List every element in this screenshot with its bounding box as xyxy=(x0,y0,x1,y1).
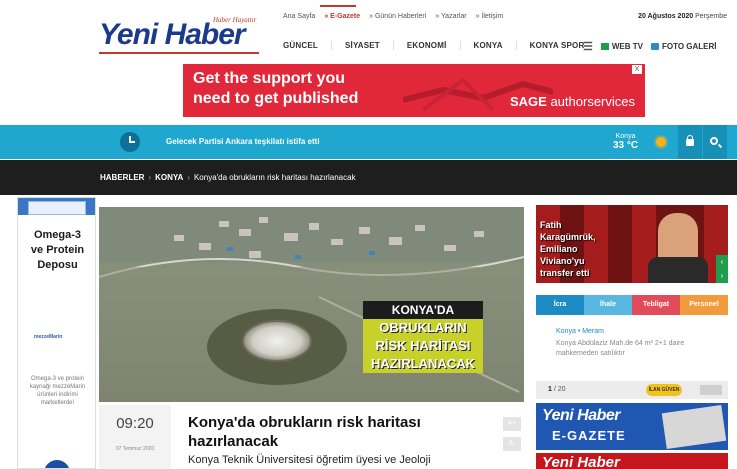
crumb-sep: › xyxy=(187,173,190,182)
video-caption: Fatih Karagümrük, Emiliano Viviano'yu tr… xyxy=(540,220,596,278)
product-image xyxy=(28,201,86,215)
egazete-banner[interactable]: Yeni Haber E-GAZETE xyxy=(536,403,728,450)
ad-close-icon[interactable]: X xyxy=(632,65,642,74)
breadcrumb-bar: HABERLER › KONYA › Konya'da obrukların risk … xyxy=(0,160,737,195)
left-ad-text: Omega-3 ve protein kaynağı mezzeMarin ür… xyxy=(29,376,86,406)
overlay-line-4: HAZIRLANACAK xyxy=(363,355,483,373)
breadcrumb: HABERLER › KONYA › Konya'da obrukların risk … xyxy=(100,173,356,182)
left-ad-brand: mezzeMarin xyxy=(34,334,63,340)
top-nav: Ana Sayfa » E-Gazete » Günün Haberleri »… xyxy=(283,13,503,20)
left-ad-logo xyxy=(44,460,70,468)
right-nav: ☰ WEB TV FOTO GALERİ xyxy=(583,40,717,53)
clock-icon xyxy=(120,132,140,152)
article-photo[interactable]: KONYA'DA OBRUKLARIN RİSK HARİTASI HAZIRL… xyxy=(99,207,524,402)
player-shirt xyxy=(648,257,708,283)
lock-icon xyxy=(686,135,694,146)
gallery-total: / 20 xyxy=(551,386,566,393)
article-time: 09:20 xyxy=(116,415,154,432)
ad-brand: SAGE authorservices xyxy=(510,94,635,109)
note-district: • Meram xyxy=(577,328,604,335)
announcement-location[interactable]: Konya • Meram xyxy=(556,328,604,335)
overlay-line-1: KONYA'DA xyxy=(363,301,483,319)
ad-brand-rest: authorservices xyxy=(546,94,635,109)
article-date: 07 Temmuz 2020 xyxy=(115,446,155,452)
menu-icon[interactable]: ☰ xyxy=(583,40,593,53)
gallery-counter-bar: 1 / 20 İLAN GÜVEN xyxy=(536,381,728,399)
main-nav: GÜNCEL SİYASET EKONOMİ KONYA KONYA SPOR xyxy=(283,41,610,50)
search-button[interactable] xyxy=(703,125,727,159)
tab-personel[interactable]: Personel xyxy=(680,295,728,315)
nav-siyaset[interactable]: SİYASET xyxy=(345,41,394,50)
crumb-haberler[interactable]: HABERLER xyxy=(100,173,144,182)
font-increase-button[interactable]: A+ xyxy=(503,417,521,431)
video-icon xyxy=(600,43,609,50)
news-ticker: Gelecek Partisi Ankara teşkilatı istifa … xyxy=(0,125,737,159)
overlay-line-3: RİSK HARİTASI xyxy=(363,337,483,355)
current-date: 20 Ağustos 2020 Perşembe xyxy=(638,13,727,20)
left-ad[interactable]: Omega-3 ve Protein Deposu mezzeMarin Ome… xyxy=(17,197,96,469)
egazete-title-2: Yeni Haber xyxy=(542,454,620,469)
crumb-sep: › xyxy=(148,173,152,182)
video-slider[interactable]: Fatih Karagümrük, Emiliano Viviano'yu tr… xyxy=(536,205,728,283)
topnav-daily-news[interactable]: » Günün Haberleri xyxy=(369,13,426,20)
nav-guncel[interactable]: GÜNCEL xyxy=(283,41,332,50)
newspaper-image xyxy=(661,404,727,450)
photo-title-overlay: KONYA'DA OBRUKLARIN RİSK HARİTASI HAZIRL… xyxy=(363,301,483,373)
ad-brand-bold: SAGE xyxy=(510,94,547,109)
egazete-banner-2[interactable]: Yeni Haber xyxy=(536,453,728,469)
article-subtitle: Konya Teknik Üniversitesi öğretim üyesi … xyxy=(188,454,431,466)
announcement-text[interactable]: Konya Abdülaziz Mah.de 64 m² 2+1 daire m… xyxy=(556,339,726,359)
tab-ihale[interactable]: İhale xyxy=(584,295,632,315)
weather-temp: 33 °C xyxy=(613,140,639,151)
egazete-subtitle: E-GAZETE xyxy=(552,428,626,443)
topnav-egazete[interactable]: » E-Gazete xyxy=(324,13,360,20)
topnav-authors[interactable]: » Yazarlar xyxy=(435,13,466,20)
ad-line-2: need to get published xyxy=(193,90,359,107)
gallery-label: FOTO GALERİ xyxy=(661,42,717,51)
nav-ekonomi[interactable]: EKONOMİ xyxy=(407,41,461,50)
chevron-up-icon[interactable]: ‹ xyxy=(716,255,728,269)
topnav-contact[interactable]: » İletişim xyxy=(476,13,504,20)
announcement-tabs: İcra İhale Tebligat Personel xyxy=(536,295,728,315)
ad-banner[interactable]: Get the support you need to get publishe… xyxy=(183,64,645,117)
ticker-headline[interactable]: Gelecek Partisi Ankara teşkilatı istifa … xyxy=(166,137,320,146)
gallery-link[interactable]: FOTO GALERİ xyxy=(650,42,717,51)
topnav-home[interactable]: Ana Sayfa xyxy=(283,13,315,20)
logo-underline xyxy=(99,52,259,54)
ad-line-1: Get the support you xyxy=(193,70,345,87)
camera-icon xyxy=(650,43,659,50)
date-day: 20 Ağustos 2020 xyxy=(638,13,694,20)
article-timestamp: 09:20 07 Temmuz 2020 xyxy=(99,405,171,469)
slider-arrows[interactable]: ‹ › xyxy=(716,255,728,283)
egazete-title: Yeni Haber xyxy=(542,407,621,424)
crumb-konya[interactable]: KONYA xyxy=(155,173,183,182)
webtv-label: WEB TV xyxy=(611,42,643,51)
active-indicator xyxy=(320,5,356,7)
article-title: Konya'da obrukların risk haritası hazırl… xyxy=(188,414,421,450)
tab-icra[interactable]: İcra xyxy=(536,295,584,315)
tab-tebligat[interactable]: Tebligat xyxy=(632,295,680,315)
date-weekday: Perşembe xyxy=(695,13,727,20)
gallery-tag: İLAN GÜVEN xyxy=(646,384,682,396)
crumb-current: Konya'da obrukların risk haritası hazırl… xyxy=(193,173,356,182)
left-ad-title: Omega-3 ve Protein Deposu xyxy=(30,229,85,271)
site-logo[interactable]: Yeni Haber Haber Hayattır xyxy=(99,16,259,54)
chevron-down-icon[interactable]: › xyxy=(716,269,728,283)
webtv-link[interactable]: WEB TV xyxy=(600,42,643,51)
sun-icon xyxy=(656,137,666,147)
login-button[interactable] xyxy=(678,125,702,159)
nav-konya[interactable]: KONYA xyxy=(474,41,517,50)
logo-tagline: Haber Hayattır xyxy=(213,16,257,24)
overlay-line-2: OBRUKLARIN xyxy=(363,319,483,337)
search-icon xyxy=(710,137,718,145)
font-decrease-button[interactable]: A- xyxy=(503,437,521,451)
note-city: Konya xyxy=(556,328,576,335)
gallery-nav[interactable] xyxy=(700,385,722,395)
ad-text: Get the support you need to get publishe… xyxy=(193,69,358,109)
gallery-counter: 1 / 20 xyxy=(548,386,566,393)
weather-widget: Konya 33 °C xyxy=(613,132,639,151)
